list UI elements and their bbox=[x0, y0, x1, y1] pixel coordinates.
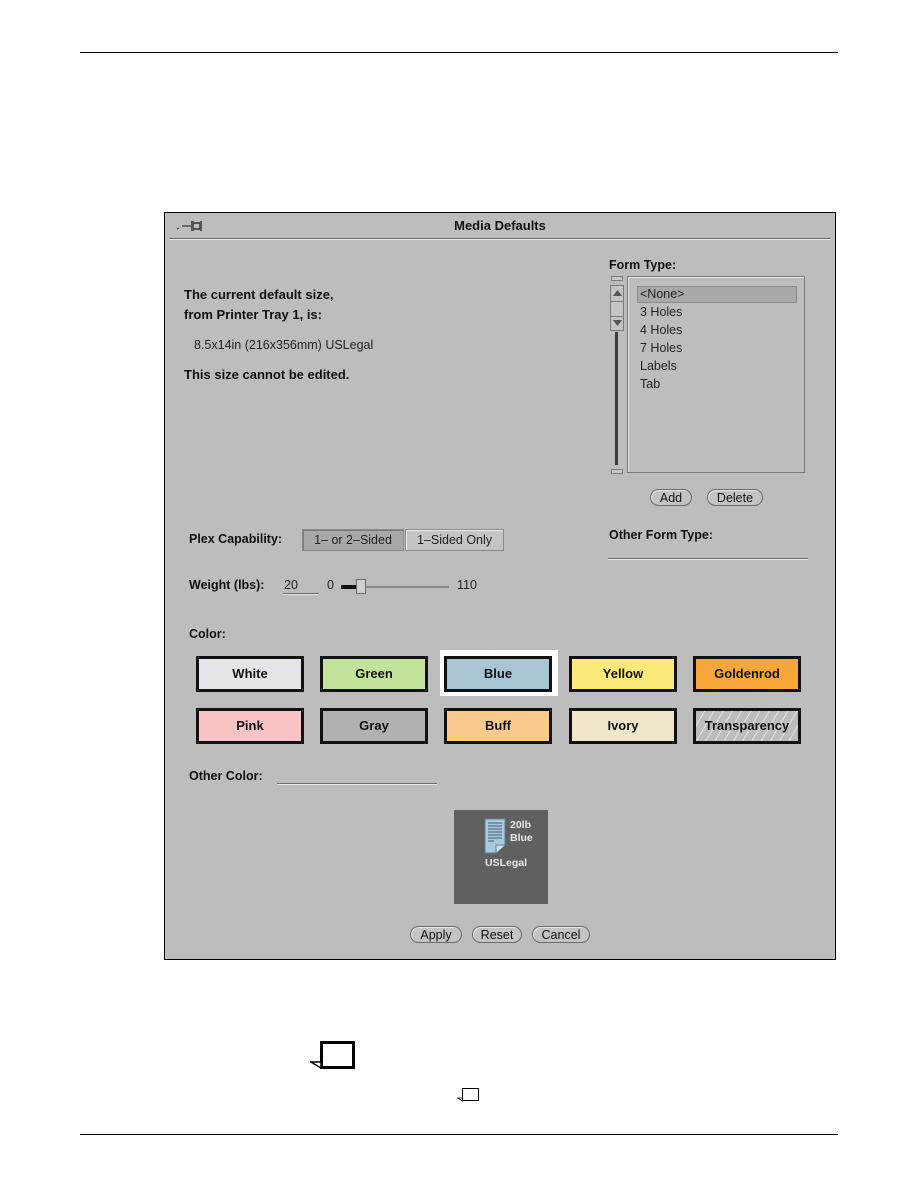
scroll-track[interactable] bbox=[615, 332, 618, 465]
form-type-item[interactable]: <None> bbox=[640, 287, 684, 301]
default-size-line2: from Printer Tray 1, is: bbox=[184, 307, 322, 322]
plex-option-one-side[interactable]: 1–Sided Only bbox=[405, 529, 504, 551]
form-type-item[interactable]: 4 Holes bbox=[640, 323, 682, 337]
note-page-icon bbox=[310, 1041, 355, 1069]
form-type-item[interactable]: 3 Holes bbox=[640, 305, 682, 319]
color-swatch-goldenrod[interactable]: Goldenrod bbox=[693, 656, 801, 692]
weight-input-underline bbox=[283, 593, 319, 595]
color-swatch-white[interactable]: White bbox=[196, 656, 304, 692]
other-form-type-input[interactable] bbox=[608, 558, 808, 560]
scroll-bottom-cap[interactable] bbox=[611, 469, 623, 474]
other-color-label: Other Color: bbox=[189, 769, 263, 783]
title-bar: Media Defaults bbox=[165, 213, 835, 240]
color-swatch-buff[interactable]: Buff bbox=[444, 708, 552, 744]
form-type-item[interactable]: 7 Holes bbox=[640, 341, 682, 355]
other-color-input[interactable] bbox=[277, 783, 437, 785]
weight-slider-thumb[interactable] bbox=[355, 579, 366, 594]
paper-sheet-icon bbox=[484, 818, 506, 854]
other-form-type-label: Other Form Type: bbox=[609, 528, 713, 542]
form-type-label: Form Type: bbox=[609, 258, 677, 272]
page-footer-rule bbox=[80, 1134, 838, 1135]
preview-color: Blue bbox=[510, 832, 533, 844]
scroll-up-arrow-icon[interactable] bbox=[613, 290, 622, 296]
weight-input[interactable]: 20 bbox=[284, 578, 298, 592]
weight-min-label: 0 bbox=[327, 578, 334, 592]
size-not-editable-note: This size cannot be edited. bbox=[184, 367, 350, 382]
add-button[interactable]: Add bbox=[650, 489, 692, 506]
form-type-scrollbar[interactable] bbox=[610, 276, 624, 475]
color-swatch-blue[interactable]: Blue bbox=[444, 656, 552, 692]
window-title: Media Defaults bbox=[454, 218, 546, 233]
preview-weight: 20lb bbox=[510, 819, 532, 831]
color-swatch-pink[interactable]: Pink bbox=[196, 708, 304, 744]
default-size-value: 8.5x14in (216x356mm) USLegal bbox=[194, 338, 374, 352]
color-swatch-gray[interactable]: Gray bbox=[320, 708, 428, 744]
form-type-list[interactable]: <None> 3 Holes 4 Holes 7 Holes Labels Ta… bbox=[627, 276, 805, 473]
delete-button[interactable]: Delete bbox=[707, 489, 763, 506]
plex-capability-label: Plex Capability: bbox=[189, 532, 283, 546]
reset-button[interactable]: Reset bbox=[472, 926, 522, 943]
scroll-elevator[interactable] bbox=[610, 285, 624, 331]
note-page-small-icon bbox=[457, 1088, 479, 1102]
color-swatch-yellow[interactable]: Yellow bbox=[569, 656, 677, 692]
scroll-down-arrow-icon[interactable] bbox=[613, 320, 622, 326]
title-divider bbox=[169, 238, 831, 240]
color-swatch-transparency[interactable]: Transparency bbox=[693, 708, 801, 744]
cancel-button[interactable]: Cancel bbox=[532, 926, 590, 943]
weight-max-label: 110 bbox=[457, 578, 477, 592]
default-size-line1: The current default size, bbox=[184, 287, 334, 302]
color-swatch-green[interactable]: Green bbox=[320, 656, 428, 692]
plex-option-both-sides[interactable]: 1– or 2–Sided bbox=[302, 529, 404, 551]
weight-label: Weight (lbs): bbox=[189, 578, 265, 592]
page-header-rule bbox=[80, 52, 838, 53]
form-type-item[interactable]: Labels bbox=[640, 359, 677, 373]
form-type-item[interactable]: Tab bbox=[640, 377, 660, 391]
color-swatch-ivory[interactable]: Ivory bbox=[569, 708, 677, 744]
media-preview: 20lb Blue USLegal bbox=[454, 810, 548, 904]
scroll-top-cap[interactable] bbox=[611, 276, 623, 281]
media-defaults-window: Media Defaults The current default size,… bbox=[164, 212, 836, 960]
preview-size: USLegal bbox=[485, 857, 528, 869]
apply-button[interactable]: Apply bbox=[410, 926, 462, 943]
color-label: Color: bbox=[189, 627, 226, 641]
